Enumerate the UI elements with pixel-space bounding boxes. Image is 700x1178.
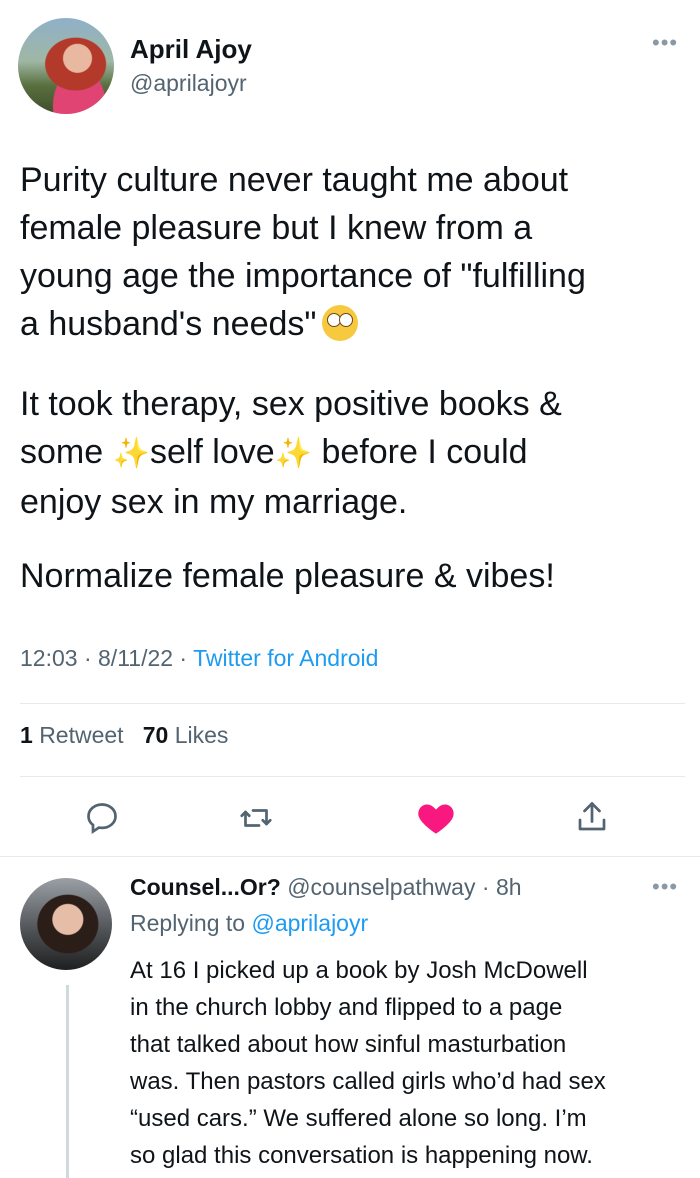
tweet-stats: 1 Retweet 70 Likes <box>20 722 228 749</box>
divider <box>20 703 685 704</box>
like-icon[interactable] <box>416 798 456 841</box>
tweet-date[interactable]: 8/11/22 <box>98 645 173 671</box>
tweet-time[interactable]: 12:03 <box>20 645 78 671</box>
more-icon[interactable]: ••• <box>652 874 678 900</box>
reply-text: At 16 I picked up a book by Josh McDowel… <box>130 957 606 1169</box>
more-icon[interactable]: ••• <box>652 30 678 56</box>
retweets-stat[interactable]: 1 Retweet <box>20 722 124 748</box>
replying-to: Replying to @aprilajoyr <box>130 910 369 936</box>
thread-line <box>66 985 69 1178</box>
share-icon[interactable] <box>574 798 610 841</box>
author-name[interactable]: April Ajoy <box>130 34 252 65</box>
sparkles-icon: ✨ <box>274 437 313 470</box>
reply-author-handle[interactable]: @counselpathway <box>287 874 475 900</box>
tweet-paragraph-2: It took therapy, sex positive books & so… <box>20 385 562 521</box>
reply-header: Counsel...Or? @counselpathway · 8h <box>130 874 522 900</box>
face-with-rolling-eyes-icon <box>322 305 359 341</box>
author-handle[interactable]: @aprilajoyr <box>130 70 247 97</box>
divider <box>20 776 685 777</box>
reply-icon[interactable] <box>84 800 120 841</box>
tweet-paragraph-3: Normalize female pleasure & vibes! <box>20 557 555 595</box>
replying-to-handle[interactable]: @aprilajoyr <box>251 910 368 936</box>
retweet-icon[interactable] <box>238 800 274 841</box>
likes-stat[interactable]: 70 Likes <box>143 722 229 748</box>
tweet-meta: 12:03 · 8/11/22 · Twitter for Android <box>20 645 379 671</box>
author-avatar[interactable] <box>18 18 114 114</box>
tweet-paragraph-1: Purity culture never taught me about fem… <box>20 161 586 343</box>
reply-author-name[interactable]: Counsel...Or? <box>130 874 281 900</box>
tweet-source-link[interactable]: Twitter for Android <box>193 645 378 671</box>
reply-time[interactable]: 8h <box>496 874 522 900</box>
reply-author-avatar[interactable] <box>20 878 112 970</box>
sparkles-icon: ✨ <box>112 437 150 470</box>
divider <box>0 856 700 857</box>
